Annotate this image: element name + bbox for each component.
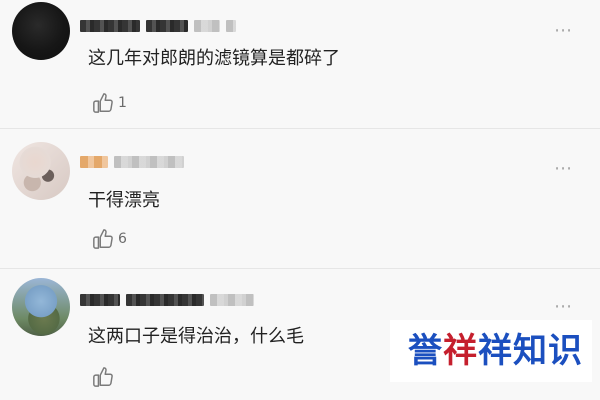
- comment-text: 这两口子是得治治，什么毛: [88, 326, 304, 347]
- avatar[interactable]: [12, 278, 70, 336]
- thumbs-up-icon: [93, 229, 113, 249]
- thumbs-up-icon: [93, 93, 113, 113]
- comment-text: 干得漂亮: [88, 190, 160, 211]
- watermark-text-blue-2: 祥知识: [478, 331, 583, 371]
- comment-text: 这几年对郎朗的滤镜算是都碎了: [88, 48, 340, 69]
- redacted-username-block: [114, 156, 184, 168]
- like-button[interactable]: 1: [92, 92, 127, 114]
- comment-item: ⋯ 干得漂亮 6: [0, 132, 600, 262]
- watermark-text-blue: 誉: [408, 331, 443, 371]
- avatar[interactable]: [12, 142, 70, 200]
- comment-item: ⋯ 这几年对郎朗的滤镜算是都碎了 1: [0, 0, 600, 130]
- divider: [0, 128, 600, 129]
- thumbs-up-icon: [93, 367, 113, 387]
- avatar[interactable]: [12, 2, 70, 60]
- like-button[interactable]: [92, 366, 118, 388]
- redacted-username-block: [146, 20, 188, 32]
- like-count: 1: [118, 95, 127, 111]
- more-options-icon[interactable]: ⋯: [554, 298, 574, 316]
- redacted-username-block: [80, 156, 108, 168]
- like-button[interactable]: 6: [92, 228, 127, 250]
- redacted-username-block: [226, 20, 236, 32]
- username-redacted[interactable]: [80, 288, 254, 312]
- redacted-username-block: [80, 20, 140, 32]
- redacted-username-block: [194, 20, 220, 32]
- comments-page: ⋯ 这几年对郎朗的滤镜算是都碎了 1 ⋯ 干得漂亮 6 ⋯ 这两口子是得治治，什…: [0, 0, 600, 400]
- watermark-text-red: 祥: [443, 331, 478, 371]
- redacted-username-block: [210, 294, 254, 306]
- redacted-username-block: [80, 294, 120, 306]
- username-redacted[interactable]: [80, 14, 236, 38]
- more-options-icon[interactable]: ⋯: [554, 160, 574, 178]
- username-redacted[interactable]: [80, 150, 184, 174]
- like-count: 6: [118, 231, 127, 247]
- redacted-username-block: [126, 294, 204, 306]
- watermark: 誉 祥 祥知识: [390, 320, 592, 382]
- more-options-icon[interactable]: ⋯: [554, 22, 574, 40]
